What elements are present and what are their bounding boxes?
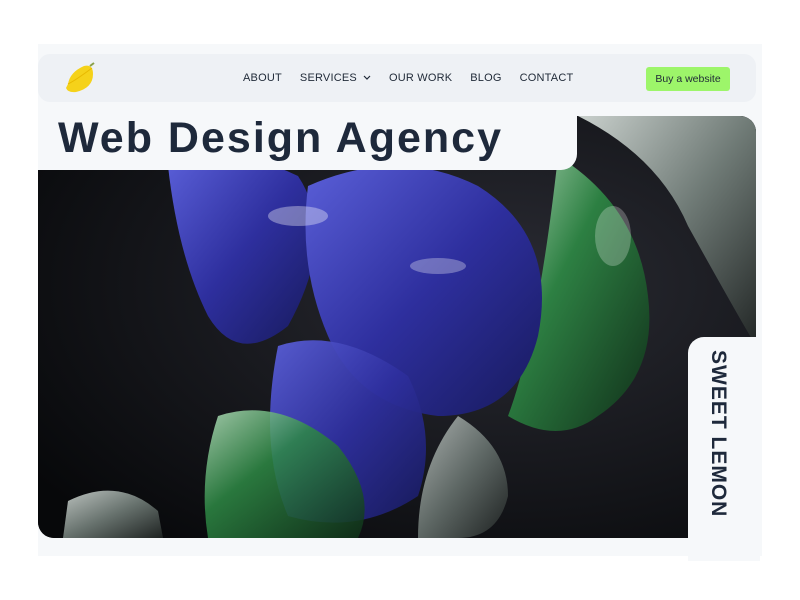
nav-services[interactable]: SERVICES [300, 72, 371, 84]
lemon-logo-icon[interactable] [62, 62, 98, 96]
page-container: ABOUT SERVICES OUR WORK BLOG CONTACT Buy… [38, 44, 762, 561]
side-label-wrap: SWEET LEMON [706, 350, 746, 540]
nav-about[interactable]: ABOUT [243, 72, 282, 84]
nav-contact[interactable]: CONTACT [520, 72, 574, 84]
hero-title: Web Design Agency [58, 114, 503, 162]
nav-links: ABOUT SERVICES OUR WORK BLOG CONTACT [243, 54, 573, 102]
nav-our-work[interactable]: OUR WORK [389, 72, 452, 84]
hero-abstract-art-image [38, 116, 756, 538]
top-navbar: ABOUT SERVICES OUR WORK BLOG CONTACT Buy… [38, 54, 756, 102]
buy-website-button[interactable]: Buy a website [646, 67, 730, 91]
hero-banner [38, 116, 756, 538]
nav-services-label: SERVICES [299, 72, 357, 84]
nav-blog[interactable]: BLOG [470, 72, 501, 84]
chevron-down-icon [363, 75, 371, 80]
side-brand-label: SWEET LEMON [707, 350, 730, 518]
